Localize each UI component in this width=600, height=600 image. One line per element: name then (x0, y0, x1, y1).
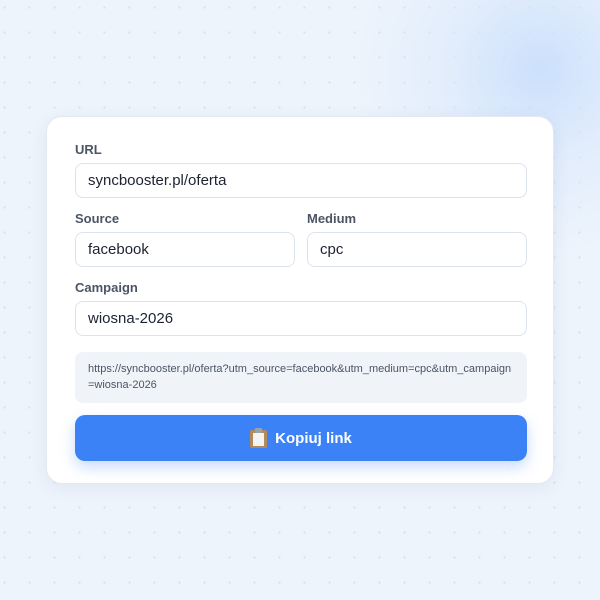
url-label: URL (75, 142, 102, 157)
copy-link-label: Kopiuj link (275, 429, 352, 447)
url-input[interactable] (75, 163, 527, 198)
campaign-input[interactable] (75, 301, 527, 336)
medium-label: Medium (307, 211, 357, 226)
medium-input[interactable] (307, 232, 527, 267)
clipboard-icon (250, 428, 268, 448)
generated-url-output: https://syncbooster.pl/oferta?utm_source… (75, 352, 527, 403)
campaign-label: Campaign (75, 280, 138, 295)
source-input[interactable] (75, 232, 295, 267)
source-label: Source (75, 211, 120, 226)
copy-link-button[interactable]: Kopiuj link (75, 415, 527, 461)
utm-builder-card: URL Source Medium Campaign https://syncb… (46, 116, 554, 484)
